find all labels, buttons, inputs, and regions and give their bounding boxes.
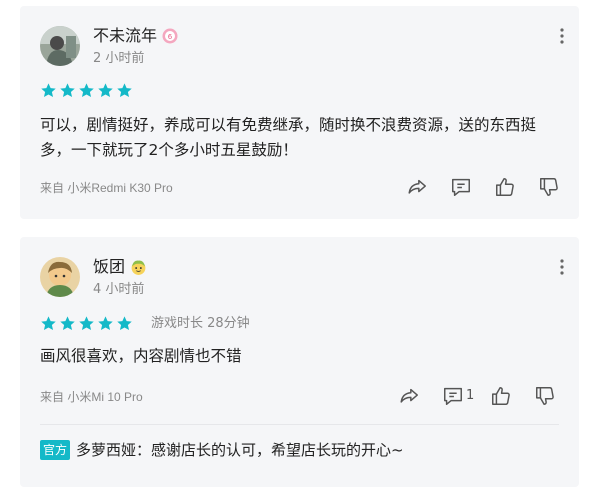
review-card: 饭团 4 小时前 游戏时长 28分钟 画风很喜欢，内容剧情也不错 来自 小米Mi… — [20, 237, 579, 487]
official-reply[interactable]: 官方 多萝西娅 ： 感谢店长的认可，希望店长玩的开心~ — [40, 439, 404, 461]
username-text[interactable]: 饭团 — [93, 257, 125, 277]
avatar[interactable] — [40, 26, 80, 66]
more-options-icon[interactable] — [559, 26, 565, 46]
divider — [40, 424, 559, 425]
pink-badge-icon: 6 — [162, 28, 178, 44]
official-tag: 官方 — [40, 440, 71, 460]
review-card: 不未流年 6 2 小时前 可以，剧情挺好，养成可以有免费继承，随时换不浪费资源，… — [20, 6, 579, 219]
more-options-icon[interactable] — [559, 257, 565, 277]
review-content[interactable]: 可以，剧情挺好，养成可以有免费继承，随时换不浪费资源，送的东西挺多，一下就玩了2… — [40, 113, 559, 163]
review-actions: 1 — [398, 385, 556, 407]
star-icon — [117, 316, 132, 331]
avatar[interactable] — [40, 257, 80, 297]
post-time: 4 小时前 — [93, 282, 145, 297]
star-icon — [41, 83, 56, 98]
star-icon — [98, 316, 113, 331]
reply-text: 感谢店长的认可，希望店长玩的开心~ — [151, 441, 404, 459]
username[interactable]: 不未流年 6 — [93, 26, 178, 46]
device-info: 来自 小米Mi 10 Pro — [40, 390, 143, 404]
star-icon — [60, 316, 75, 331]
star-icon — [41, 316, 56, 331]
star-icon — [117, 83, 132, 98]
developer-name[interactable]: 多萝西娅 — [76, 439, 136, 461]
comment-icon[interactable] — [442, 385, 464, 407]
thumbs-down-icon[interactable] — [534, 385, 556, 407]
review-actions — [406, 176, 560, 198]
star-rating — [40, 82, 133, 99]
post-time: 2 小时前 — [93, 51, 145, 66]
reply-separator: ： — [136, 441, 152, 459]
thumbs-down-icon[interactable] — [538, 176, 560, 198]
star-rating — [40, 315, 133, 332]
username-text[interactable]: 不未流年 — [93, 26, 157, 46]
play-time: 游戏时长 28分钟 — [151, 316, 250, 331]
share-icon[interactable] — [406, 176, 428, 198]
share-icon[interactable] — [398, 385, 420, 407]
thumbs-up-icon[interactable] — [490, 385, 512, 407]
svg-text:6: 6 — [168, 33, 173, 41]
emoji-badge-icon — [130, 259, 147, 276]
star-icon — [79, 83, 94, 98]
comment-icon[interactable] — [450, 176, 472, 198]
comment-count: 1 — [466, 388, 475, 403]
device-info: 来自 小米Redmi K30 Pro — [40, 181, 173, 195]
review-content[interactable]: 画风很喜欢，内容剧情也不错 — [40, 344, 559, 369]
star-icon — [79, 316, 94, 331]
star-icon — [98, 83, 113, 98]
star-icon — [60, 83, 75, 98]
thumbs-up-icon[interactable] — [494, 176, 516, 198]
username[interactable]: 饭团 — [93, 257, 147, 277]
